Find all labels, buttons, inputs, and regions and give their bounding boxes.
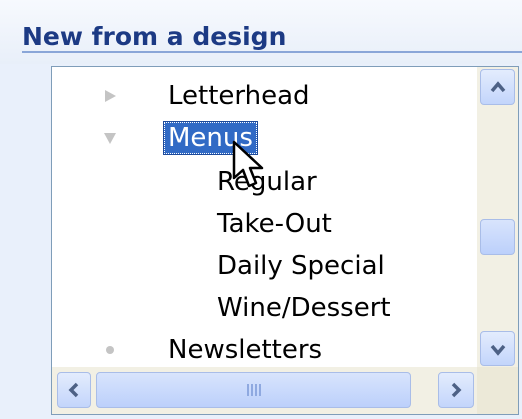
header-divider [22, 51, 522, 53]
tree-item-label: Wine/Dessert [217, 293, 391, 323]
tree-item-label: Newsletters [168, 335, 323, 365]
tree-item-label: Letterhead [168, 81, 310, 111]
vertical-scrollbar[interactable] [477, 67, 518, 367]
grip-lines-icon [246, 384, 261, 396]
tree-item-label: Daily Special [217, 251, 385, 281]
tree-item-take-out[interactable]: Take-Out [217, 203, 332, 245]
horizontal-scrollbar[interactable] [52, 367, 477, 414]
tree-item-regular[interactable]: Regular [217, 161, 317, 203]
scroll-left-button[interactable] [57, 372, 91, 408]
tree-item-wine-dessert[interactable]: Wine/Dessert [217, 287, 391, 329]
section-header: New from a design [0, 0, 522, 64]
collapse-arrow-icon[interactable] [101, 129, 119, 147]
horizontal-scroll-thumb[interactable] [96, 372, 411, 408]
scrollbar-corner [477, 367, 518, 414]
scroll-down-button[interactable] [480, 331, 515, 366]
chevron-up-icon [490, 81, 505, 93]
chevron-left-icon [68, 382, 79, 398]
design-tree-view[interactable]: Letterhead Menus Regular Take-Out Daily … [51, 66, 519, 415]
tree-content: Letterhead Menus Regular Take-Out Daily … [52, 67, 477, 367]
chevron-right-icon [451, 382, 462, 398]
tree-item-daily-special[interactable]: Daily Special [217, 245, 385, 287]
chevron-down-icon [490, 344, 505, 356]
bullet-dot-icon [106, 346, 114, 354]
section-title: New from a design [22, 22, 287, 51]
expand-arrow-icon[interactable] [101, 87, 119, 105]
tree-item-label-selected: Menus [163, 121, 258, 155]
tree-item-label: Regular [217, 167, 317, 197]
vertical-scroll-thumb[interactable] [480, 219, 515, 255]
scroll-right-button[interactable] [438, 372, 474, 408]
scroll-up-button[interactable] [480, 69, 515, 105]
tree-item-label: Take-Out [217, 209, 332, 239]
